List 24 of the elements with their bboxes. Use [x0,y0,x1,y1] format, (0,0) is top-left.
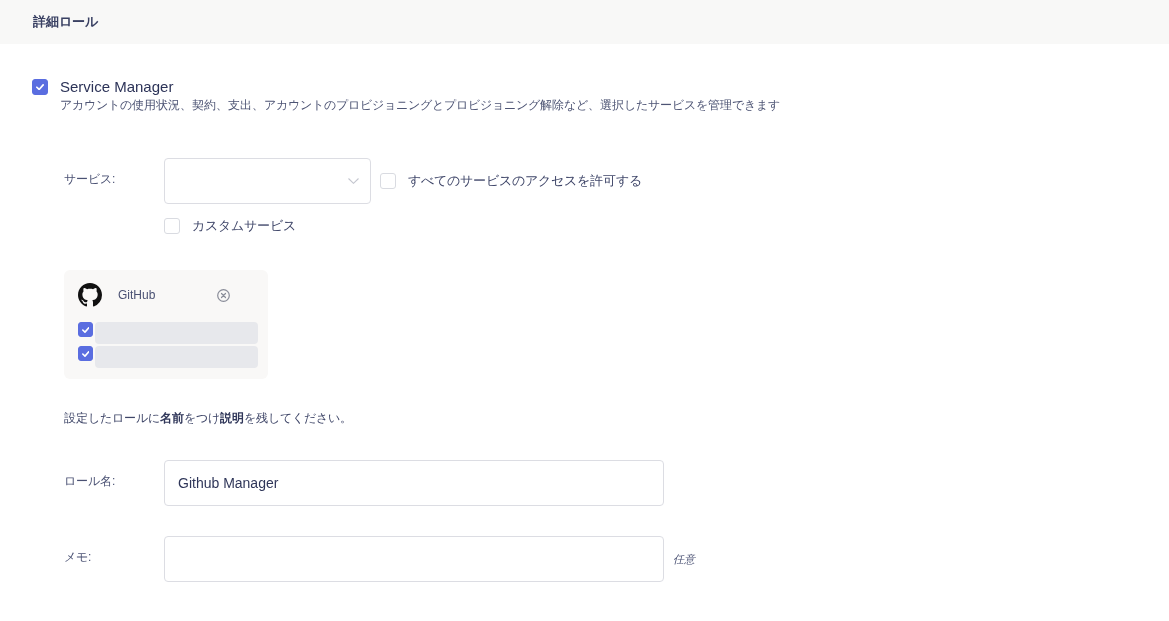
checkmark-icon [81,326,90,333]
field-label: ロール名: [64,473,117,490]
octocat-logo-icon [78,283,102,307]
item-checkbox[interactable] [78,322,93,337]
instruction-text: 設定したロールに名前をつけ説明を残してください。 [64,410,352,427]
checkmark-icon [81,350,90,357]
checkmark-icon [36,83,44,91]
section-title: 詳細ロール [33,13,98,31]
custom-service-checkbox[interactable] [164,218,180,234]
chevron-down-icon [348,178,359,184]
role-title: Service Manager [60,78,174,96]
field-label: メモ: [64,549,93,566]
allow-all-checkbox[interactable] [380,173,396,189]
service-name: GitHub [118,288,157,302]
input-field[interactable]: Github Manager [164,460,664,506]
service-label: サービス: [64,171,117,188]
allow-all-label: すべてのサービスのアクセスを許可する [408,172,642,190]
optional-note: 任意 [673,551,695,567]
item-checkbox[interactable] [78,346,93,361]
close-icon[interactable] [217,288,230,302]
role-checkbox[interactable] [32,79,48,95]
custom-service-label: カスタムサービス [192,217,296,235]
role-description: アカウントの使用状況、契約、支出、アカウントのプロビジョニングとプロビジョニング解除など、選択したサービスを管理できます [60,97,780,114]
input-field[interactable] [164,536,664,582]
